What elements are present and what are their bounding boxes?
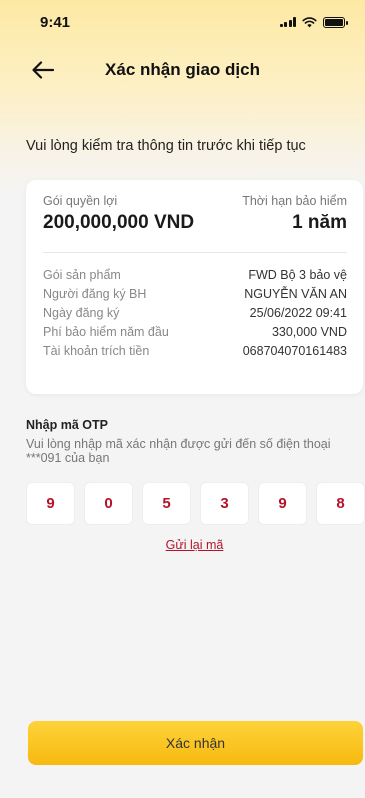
detail-value: FWD Bộ 3 bảo vệ	[248, 267, 347, 282]
resend-code-link[interactable]: Gửi lại mã	[166, 538, 224, 552]
detail-row-insured: Người đăng ký BH NGUYỄN VĂN AN	[43, 284, 347, 303]
detail-label: Tài khoản trích tiền	[43, 344, 150, 359]
status-bar: 9:41	[0, 0, 365, 44]
otp-digit-input[interactable]: 3	[200, 482, 249, 525]
page-title: Xác nhận giao dịch	[105, 60, 260, 79]
term-label: Thời hạn bảo hiểm	[242, 194, 347, 208]
summary-top: Gói quyền lợi 200,000,000 VND Thời hạn b…	[43, 194, 347, 234]
detail-value: 068704070161483	[242, 344, 347, 359]
battery-icon	[323, 16, 348, 28]
detail-label: Ngày đăng ký	[43, 305, 120, 320]
detail-value: NGUYỄN VĂN AN	[244, 286, 347, 301]
term-block: Thời hạn bảo hiểm 1 năm	[242, 194, 347, 234]
detail-label: Người đăng ký BH	[43, 286, 147, 301]
otp-digit-input[interactable]: 0	[84, 482, 133, 525]
detail-row-premium: Phí bảo hiểm năm đầu 330,000 VND	[43, 323, 347, 342]
otp-digit-input[interactable]: 9	[258, 482, 307, 525]
wifi-icon	[302, 16, 317, 27]
resend-container: Gửi lại mã	[26, 536, 363, 554]
status-time: 9:41	[40, 13, 71, 31]
divider	[43, 252, 347, 253]
detail-row-product: Gói sản phẩm FWD Bộ 3 bảo vệ	[43, 265, 347, 284]
otp-description: Vui lòng nhập mã xác nhận được gửi đến s…	[26, 437, 331, 465]
nav-bar: Xác nhận giao dịch	[0, 50, 365, 90]
bottom-safe-area	[0, 776, 365, 798]
benefit-label: Gói quyền lợi	[43, 194, 118, 208]
otp-title: Nhập mã OTP	[26, 418, 108, 432]
detail-row-account: Tài khoản trích tiền 068704070161483	[43, 342, 347, 361]
benefit-block: Gói quyền lợi 200,000,000 VND	[43, 194, 194, 234]
signal-icon	[279, 17, 296, 27]
otp-digit-input[interactable]: 5	[142, 482, 191, 525]
confirm-button[interactable]: Xác nhận	[28, 721, 363, 765]
transaction-summary-card: Gói quyền lợi 200,000,000 VND Thời hạn b…	[26, 180, 363, 394]
detail-value: 330,000 VND	[271, 325, 347, 340]
back-button[interactable]	[28, 56, 58, 84]
benefit-value: 200,000,000 VND	[43, 212, 195, 233]
detail-value: 25/06/2022 09:41	[249, 305, 347, 320]
status-icons	[279, 16, 348, 28]
term-value: 1 năm	[292, 212, 347, 233]
otp-digit-input[interactable]: 8	[316, 482, 365, 525]
detail-label: Phí bảo hiểm năm đầu	[43, 325, 169, 340]
otp-digit-input[interactable]: 9	[26, 482, 75, 525]
arrow-left-icon	[32, 61, 54, 79]
otp-section: Nhập mã OTP Vui lòng nhập mã xác nhận đư…	[26, 418, 365, 552]
detail-label: Gói sản phẩm	[43, 267, 121, 282]
intro-text: Vui lòng kiểm tra thông tin trước khi ti…	[26, 138, 306, 154]
detail-row-date: Ngày đăng ký 25/06/2022 09:41	[43, 303, 347, 322]
otp-input-group: 9 0 5 3 9 8	[26, 482, 365, 525]
